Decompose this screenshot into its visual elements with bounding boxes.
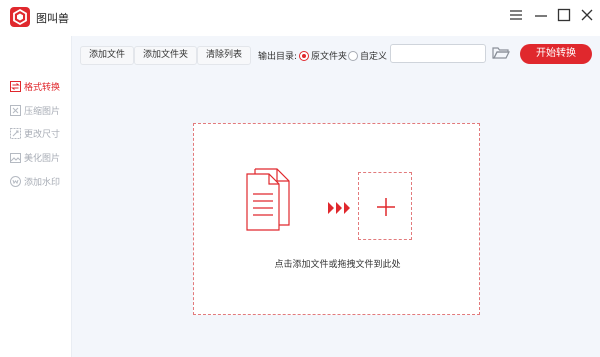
radio-custom-folder[interactable]: 自定义 xyxy=(348,49,387,62)
radio-checked-icon xyxy=(299,50,309,61)
drop-zone-hint: 点击添加文件或拖拽文件到此处 xyxy=(274,260,401,270)
plus-icon xyxy=(377,198,395,216)
maximize-icon[interactable] xyxy=(555,6,573,24)
title-bar: 图叫兽 xyxy=(0,0,600,36)
arrows-right-icon xyxy=(328,202,350,214)
folder-open-icon[interactable] xyxy=(492,45,510,61)
sidebar-item-label: 更改尺寸 xyxy=(24,129,61,140)
radio-unchecked-icon xyxy=(348,50,358,61)
sidebar-item-label: 添加水印 xyxy=(24,177,61,188)
minimize-icon[interactable] xyxy=(532,6,550,24)
documents-icon xyxy=(245,168,293,232)
swap-icon xyxy=(10,80,21,92)
radio-custom-label: 自定义 xyxy=(360,52,388,62)
file-drop-zone[interactable]: 点击添加文件或拖拽文件到此处 xyxy=(193,123,480,315)
app-title: 图叫兽 xyxy=(36,12,69,25)
add-folder-button[interactable]: 添加文件夹 xyxy=(134,46,198,65)
add-file-button[interactable]: 添加文件 xyxy=(80,46,135,65)
menu-icon[interactable] xyxy=(507,6,525,24)
beautify-icon xyxy=(10,152,21,163)
output-dir-label: 输出目录: xyxy=(258,52,298,62)
sidebar-item-watermark[interactable]: 添加水印 xyxy=(10,173,60,189)
radio-original-folder[interactable]: 原文件夹 xyxy=(299,49,347,62)
main-area: 添加文件 添加文件夹 清除列表 输出目录: 原文件夹 自定义 开始转换 点击添加… xyxy=(72,36,600,357)
sidebar-item-beautify[interactable]: 美化图片 xyxy=(10,149,60,165)
watermark-icon xyxy=(10,175,21,187)
sidebar-item-compress[interactable]: 压缩图片 xyxy=(10,102,60,118)
sidebar-item-label: 压缩图片 xyxy=(24,106,61,117)
clear-list-button[interactable]: 清除列表 xyxy=(197,46,252,65)
sidebar-item-label: 美化图片 xyxy=(24,153,61,164)
sidebar: 格式转换 压缩图片 更改尺寸 美化图片 添加水印 xyxy=(0,36,72,357)
sidebar-item-format-convert[interactable]: 格式转换 xyxy=(10,78,60,94)
close-icon[interactable] xyxy=(578,6,596,24)
app-logo-icon xyxy=(10,7,30,27)
sidebar-item-label: 格式转换 xyxy=(24,82,61,93)
compress-icon xyxy=(10,104,21,116)
resize-icon xyxy=(10,127,21,139)
start-convert-button[interactable]: 开始转换 xyxy=(520,44,592,64)
add-file-box[interactable] xyxy=(358,172,412,240)
radio-original-label: 原文件夹 xyxy=(311,52,348,62)
sidebar-item-resize[interactable]: 更改尺寸 xyxy=(10,125,60,141)
output-path-input[interactable] xyxy=(390,44,486,63)
